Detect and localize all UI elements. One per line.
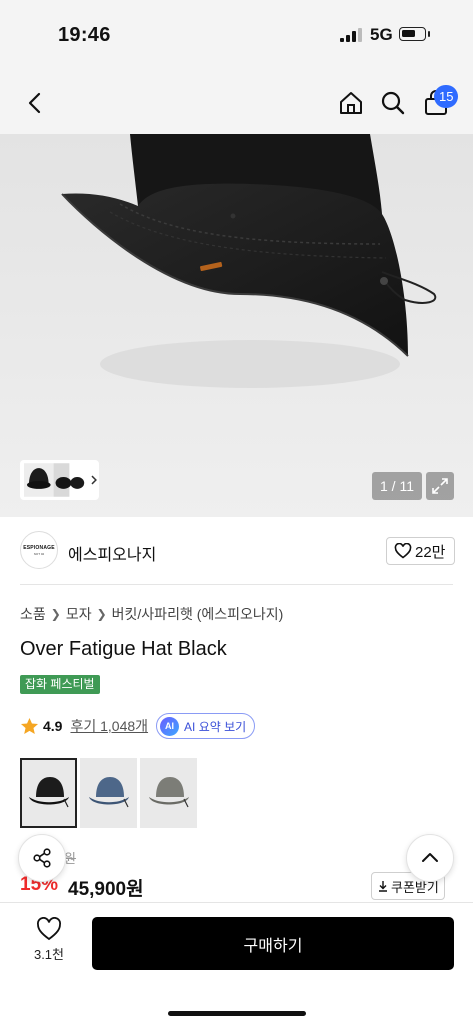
hat-thumbnail [148,777,189,808]
color-option-black[interactable] [20,758,77,828]
hat-thumbnail [88,777,129,808]
color-option-gray[interactable] [140,758,197,828]
color-options [20,758,197,828]
breadcrumb-item[interactable]: 모자 [66,604,92,624]
heart-icon [37,917,61,941]
buy-button[interactable]: 구매하기 [92,917,454,970]
back-button[interactable] [18,86,52,120]
star-icon [20,717,39,735]
image-counter: 1 / 11 [372,472,422,500]
brand-like-count: 22만 [415,543,446,561]
rating-row: 4.9 후기 1,048개 AI AI 요약 보기 [20,713,256,739]
home-icon [340,92,362,114]
hat-thumbnail [28,777,69,808]
wishlist-button[interactable]: 3.1천 [22,917,76,973]
search-icon [381,91,405,115]
brand-row: ESPIONAGE NOT 02 에스피오나지 22만 [0,528,473,574]
hat-thumbnails [24,463,85,497]
festival-tag: 잡화 페스티벌 [20,675,100,694]
sale-price: 45,900원 [68,879,144,900]
chevron-left-icon [28,92,41,114]
brand-logo-text: ESPIONAGE [23,544,55,551]
scroll-top-button[interactable] [406,834,454,882]
status-bar: 19:46 5G [0,0,473,70]
home-button[interactable] [334,86,368,120]
review-count-link[interactable]: 후기 1,048개 [70,716,148,736]
ai-badge-icon: AI [160,716,180,736]
share-icon [33,848,51,868]
brand-like-button[interactable]: 22만 [386,537,455,565]
download-icon [379,881,387,892]
brand-logo-sub: NOT 02 [33,551,45,556]
expand-icon [432,478,448,494]
chevron-right-icon [91,475,98,485]
ai-summary-label: AI 요약 보기 [184,719,247,734]
breadcrumb-item[interactable]: 버킷/사파리햇 (에스피오나지) [112,604,284,624]
home-indicator [168,1011,306,1016]
breadcrumb-item[interactable]: 소품 [20,604,46,624]
share-button[interactable] [18,834,66,882]
network-label: 5G [370,25,393,44]
bottom-action-bar: 3.1천 구매하기 [0,902,473,1024]
expand-button[interactable] [426,472,454,500]
wishlist-count: 3.1천 [33,947,65,962]
color-option-navy[interactable] [80,758,137,828]
breadcrumb: 소품 ❯ 모자 ❯ 버킷/사파리햇 (에스피오나지) [20,604,283,624]
product-title: Over Fatigue Hat Black [20,638,227,660]
chevron-right-icon: ❯ [50,607,61,621]
brand-logo[interactable]: ESPIONAGE NOT 02 [20,531,58,569]
brand-name[interactable]: 에스피오나지 [68,541,156,565]
chevron-right-icon: ❯ [96,607,107,621]
divider [20,584,453,585]
heart-icon [394,543,412,559]
status-time: 19:46 [58,24,111,46]
search-button[interactable] [376,86,410,120]
chevron-up-icon [422,853,438,862]
signal-icon [340,28,362,42]
nav-bar [0,70,473,134]
gallery-thumbnail-strip[interactable] [20,460,99,500]
ai-summary-button[interactable]: AI AI 요약 보기 [156,713,256,739]
rating-value: 4.9 [43,718,63,734]
battery-icon [399,27,430,41]
